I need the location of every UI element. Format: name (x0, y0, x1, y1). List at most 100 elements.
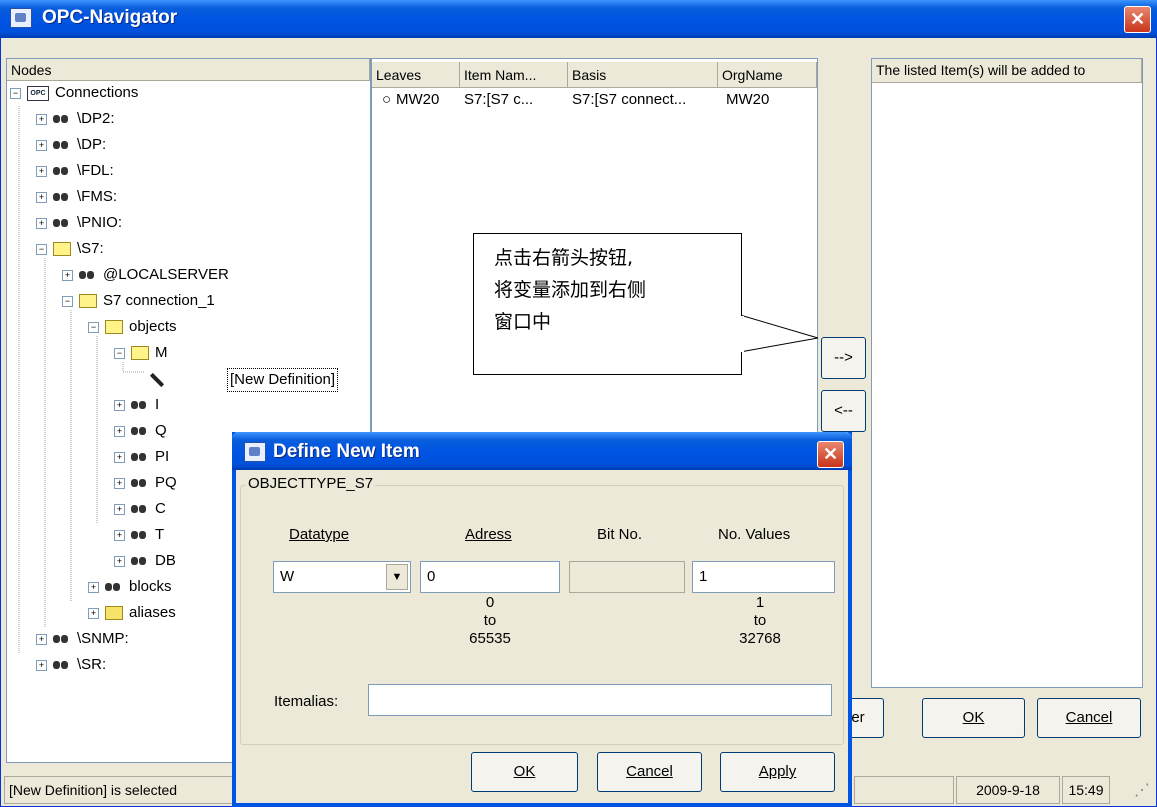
tree-node-label: \FDL: (77, 162, 114, 179)
column-header-item-name[interactable]: Item Nam... (460, 62, 568, 88)
column-header-leaves[interactable]: Leaves (372, 62, 460, 88)
tree-node-label: \DP: (77, 136, 107, 153)
itemalias-label: Itemalias: (274, 693, 339, 710)
ok-label: OK (962, 709, 985, 726)
binoculars-icon (53, 164, 70, 177)
binoculars-icon (79, 268, 96, 281)
tree-node-label: Q (155, 422, 167, 439)
collapse-icon[interactable]: − (10, 88, 21, 99)
novalues-range-to: to (753, 612, 767, 629)
tree-node-label: \SR: (77, 656, 107, 673)
expand-icon[interactable]: + (114, 426, 125, 437)
column-header-basis[interactable]: Basis (568, 62, 718, 88)
adress-label: Adress (465, 526, 512, 543)
tree-node-label: C (155, 500, 166, 517)
collapse-icon[interactable]: − (114, 348, 125, 359)
expand-icon[interactable]: + (36, 166, 47, 177)
expand-icon[interactable]: + (114, 478, 125, 489)
expand-icon[interactable]: + (114, 530, 125, 541)
tree-node-label: S7 connection_1 (103, 292, 215, 309)
close-button[interactable]: ✕ (1124, 6, 1151, 33)
tree-node-label: \DP2: (77, 110, 115, 127)
binoculars-icon (105, 580, 122, 593)
expand-icon[interactable]: + (36, 114, 47, 125)
collapse-icon[interactable]: − (88, 322, 99, 333)
tree-node-label: I (155, 396, 160, 413)
datatype-select[interactable]: W ▼ (273, 561, 411, 593)
status-time: 15:49 (1062, 776, 1110, 804)
expand-icon[interactable]: + (36, 634, 47, 645)
leaf-row[interactable]: ○ MW20 S7:[S7 c... S7:[S7 connect... MW2… (372, 88, 817, 112)
nodes-header[interactable]: Nodes (7, 59, 370, 81)
leaf-name: MW20 (396, 91, 440, 108)
column-header-orgname[interactable]: OrgName (718, 62, 817, 88)
binoculars-icon (131, 450, 148, 463)
target-items-header[interactable]: The listed Item(s) will be added to (872, 59, 1142, 83)
tree-node-label: T (155, 526, 165, 543)
tree-node-label: DB (155, 552, 176, 569)
expand-icon[interactable]: + (36, 218, 47, 229)
dialog-cancel-button[interactable]: Cancel (597, 752, 702, 792)
tree-node-label: \FMS: (77, 188, 117, 205)
expand-icon[interactable]: + (36, 192, 47, 203)
collapse-icon[interactable]: − (36, 244, 47, 255)
expand-icon[interactable]: + (88, 582, 99, 593)
binoculars-icon (131, 554, 148, 567)
chevron-down-icon[interactable]: ▼ (386, 564, 408, 590)
binoculars-icon (131, 528, 148, 541)
ok-button[interactable]: OK (922, 698, 1025, 738)
binoculars-icon (131, 398, 148, 411)
novalues-range-max: 32768 (739, 630, 781, 647)
callout-line-3: 窗口中 (494, 311, 552, 333)
binoculars-icon (131, 476, 148, 489)
dialog-close-button[interactable]: ✕ (817, 441, 844, 468)
collapse-icon[interactable]: − (62, 296, 73, 307)
leaf-item-icon: ○ (382, 91, 392, 108)
target-items-panel[interactable] (871, 58, 1143, 688)
leaf-orgname: MW20 (726, 91, 770, 108)
binoculars-icon (131, 424, 148, 437)
binoculars-icon (131, 502, 148, 515)
tree-node-label: \PNIO: (77, 214, 123, 231)
expand-icon[interactable]: + (114, 452, 125, 463)
folder-open-icon (131, 346, 149, 360)
itemalias-field[interactable] (368, 684, 832, 716)
adress-field[interactable]: 0 (420, 561, 560, 593)
dialog-app-icon (244, 442, 266, 462)
cancel-button[interactable]: Cancel (1037, 698, 1141, 738)
status-date: 2009-9-18 (956, 776, 1060, 804)
dialog-apply-button[interactable]: Apply (720, 752, 835, 792)
expand-icon[interactable]: + (114, 400, 125, 411)
annotation-callout: 点击右箭头按钮, 将变量添加到右侧 窗口中 (473, 233, 742, 375)
expand-icon[interactable]: + (114, 504, 125, 515)
dialog-ok-button[interactable]: OK (471, 752, 578, 792)
tree-node-label: \SNMP: (77, 630, 129, 647)
callout-pointer (739, 314, 819, 353)
add-arrow-button[interactable]: --> (821, 337, 866, 379)
resize-grip-icon[interactable]: ⋰ (1128, 780, 1150, 802)
binoculars-icon (53, 658, 70, 671)
tree-node-label: objects (129, 318, 177, 335)
bitno-field[interactable] (569, 561, 685, 593)
bitno-label: Bit No. (597, 526, 643, 543)
folder-open-icon (53, 242, 71, 256)
expand-icon[interactable]: + (36, 140, 47, 151)
remove-arrow-button[interactable]: <-- (821, 390, 866, 432)
novalues-field[interactable]: 1 (692, 561, 835, 593)
leaf-item-name: S7:[S7 c... (464, 91, 534, 108)
expand-icon[interactable]: + (36, 660, 47, 671)
status-empty-pane (854, 776, 954, 804)
binoculars-icon (53, 112, 70, 125)
leaf-basis: S7:[S7 connect... (572, 91, 687, 108)
expand-icon[interactable]: + (114, 556, 125, 567)
adress-range: 0 to 65535 (460, 594, 520, 648)
folder-open-icon (79, 294, 97, 308)
binoculars-icon (53, 216, 70, 229)
folder-open-icon (105, 320, 123, 334)
expand-icon[interactable]: + (88, 608, 99, 619)
callout-line-2: 将变量添加到右侧 (494, 279, 647, 301)
adress-range-min: 0 (485, 594, 495, 611)
dialog-cancel-label: Cancel (626, 763, 673, 780)
binoculars-icon (53, 190, 70, 203)
expand-icon[interactable]: + (62, 270, 73, 281)
